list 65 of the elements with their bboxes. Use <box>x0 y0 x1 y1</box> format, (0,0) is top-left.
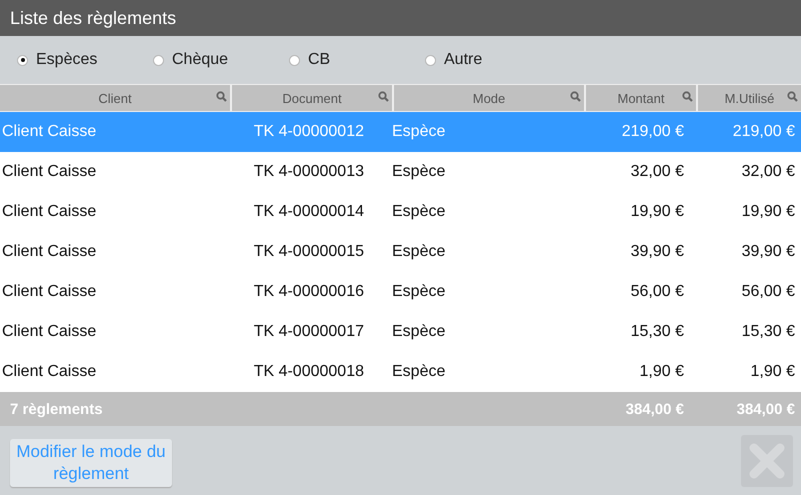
table-row[interactable]: Client Caisse TK 4-00000014 Espèce 19,90 € 19,90 € <box>0 192 801 232</box>
search-icon <box>787 91 798 102</box>
radio-button[interactable] <box>289 54 300 66</box>
table-cell-text: Espèce <box>391 363 446 381</box>
table-cell-text: 32,00 € <box>630 163 685 181</box>
column-header[interactable]: Montant <box>586 85 696 111</box>
table-cell-text: 39,90 € <box>630 243 685 261</box>
table-cell-text: Client Caisse <box>1 203 98 221</box>
search-icon <box>570 91 581 102</box>
table-cell-text: TK 4-00000017 <box>252 323 365 341</box>
radio-button[interactable] <box>17 54 28 66</box>
table-row[interactable]: Client Caisse TK 4-00000015 Espèce 39,90 € 39,90 € <box>0 232 801 272</box>
table-row[interactable]: Client Caisse TK 4-00000017 Espèce 15,30 € 15,30 € <box>0 312 801 352</box>
table-cell-text: 32,00 € <box>740 163 796 181</box>
table-cell-text: Client Caisse <box>1 163 98 181</box>
column-header[interactable]: Client <box>0 85 230 111</box>
radio-label: Espèces <box>36 51 98 69</box>
table-cell-text: TK 4-00000016 <box>252 283 365 301</box>
table-cell-text: 56,00 € <box>630 283 685 301</box>
table-cell-text: Client Caisse <box>1 123 98 141</box>
table-row[interactable]: Client Caisse TK 4-00000012 Espèce 219,00 € 219,00 € <box>0 112 801 152</box>
table-cell-text: Espèce <box>391 323 446 341</box>
modify-mode-button[interactable]: Modifier le mode du règlement <box>10 438 172 486</box>
search-icon <box>682 91 693 102</box>
total-amount: 384,00 € <box>626 400 684 418</box>
search-icon <box>378 91 389 102</box>
table-cell-text: TK 4-00000018 <box>252 363 365 381</box>
radio-label: Autre <box>444 51 482 69</box>
table-cell-text: 219,00 € <box>620 123 685 141</box>
table-row[interactable]: Client Caisse TK 4-00000016 Espèce 56,00 € 56,00 € <box>0 272 801 312</box>
table-cell-text: Espèce <box>391 283 446 301</box>
table-row[interactable]: Client Caisse TK 4-00000018 Espèce 1,90 € 1,90 € <box>0 352 801 392</box>
table-cell-text: 19,90 € <box>630 203 685 221</box>
table-cell-text: 15,30 € <box>630 323 685 341</box>
row-count: 7 règlements <box>10 400 103 418</box>
table-cell-text: Client Caisse <box>1 243 98 261</box>
table-cell-text: 39,90 € <box>740 243 796 261</box>
table-cell-text: TK 4-00000015 <box>252 243 365 261</box>
table-cell-text: 56,00 € <box>740 283 796 301</box>
radio-label: Chèque <box>172 51 228 69</box>
column-header[interactable]: Document <box>232 85 392 111</box>
table-cell-text: 1,90 € <box>750 363 796 381</box>
search-icon <box>216 91 227 102</box>
table-cell-text: 19,90 € <box>740 203 796 221</box>
radio-button[interactable] <box>425 54 436 66</box>
table-cell-text: TK 4-00000012 <box>252 123 365 141</box>
radio-label: CB <box>308 51 330 69</box>
table-cell-text: Client Caisse <box>1 323 98 341</box>
column-header[interactable]: M.Utilisé <box>698 85 801 111</box>
table-cell-text: Espèce <box>391 163 446 181</box>
table-cell-text: Espèce <box>391 243 446 261</box>
radio-button[interactable] <box>153 54 164 66</box>
table-cell-text: Espèce <box>391 203 446 221</box>
table-cell-text: 219,00 € <box>732 123 796 141</box>
table-row[interactable]: Client Caisse TK 4-00000013 Espèce 32,00 € 32,00 € <box>0 152 801 192</box>
column-header[interactable]: Mode <box>394 85 584 111</box>
table-cell-text: 15,30 € <box>740 323 796 341</box>
table-cell-text: 1,90 € <box>638 363 685 381</box>
table-cell-text: Client Caisse <box>1 363 98 381</box>
window-title: Liste des règlements <box>0 0 801 36</box>
total-amount: 384,00 € <box>736 400 795 418</box>
table-cell-text: TK 4-00000013 <box>252 163 365 181</box>
table-cell-text: Espèce <box>391 123 446 141</box>
table-cell-text: Client Caisse <box>1 283 98 301</box>
table-cell-text: TK 4-00000014 <box>252 203 365 221</box>
